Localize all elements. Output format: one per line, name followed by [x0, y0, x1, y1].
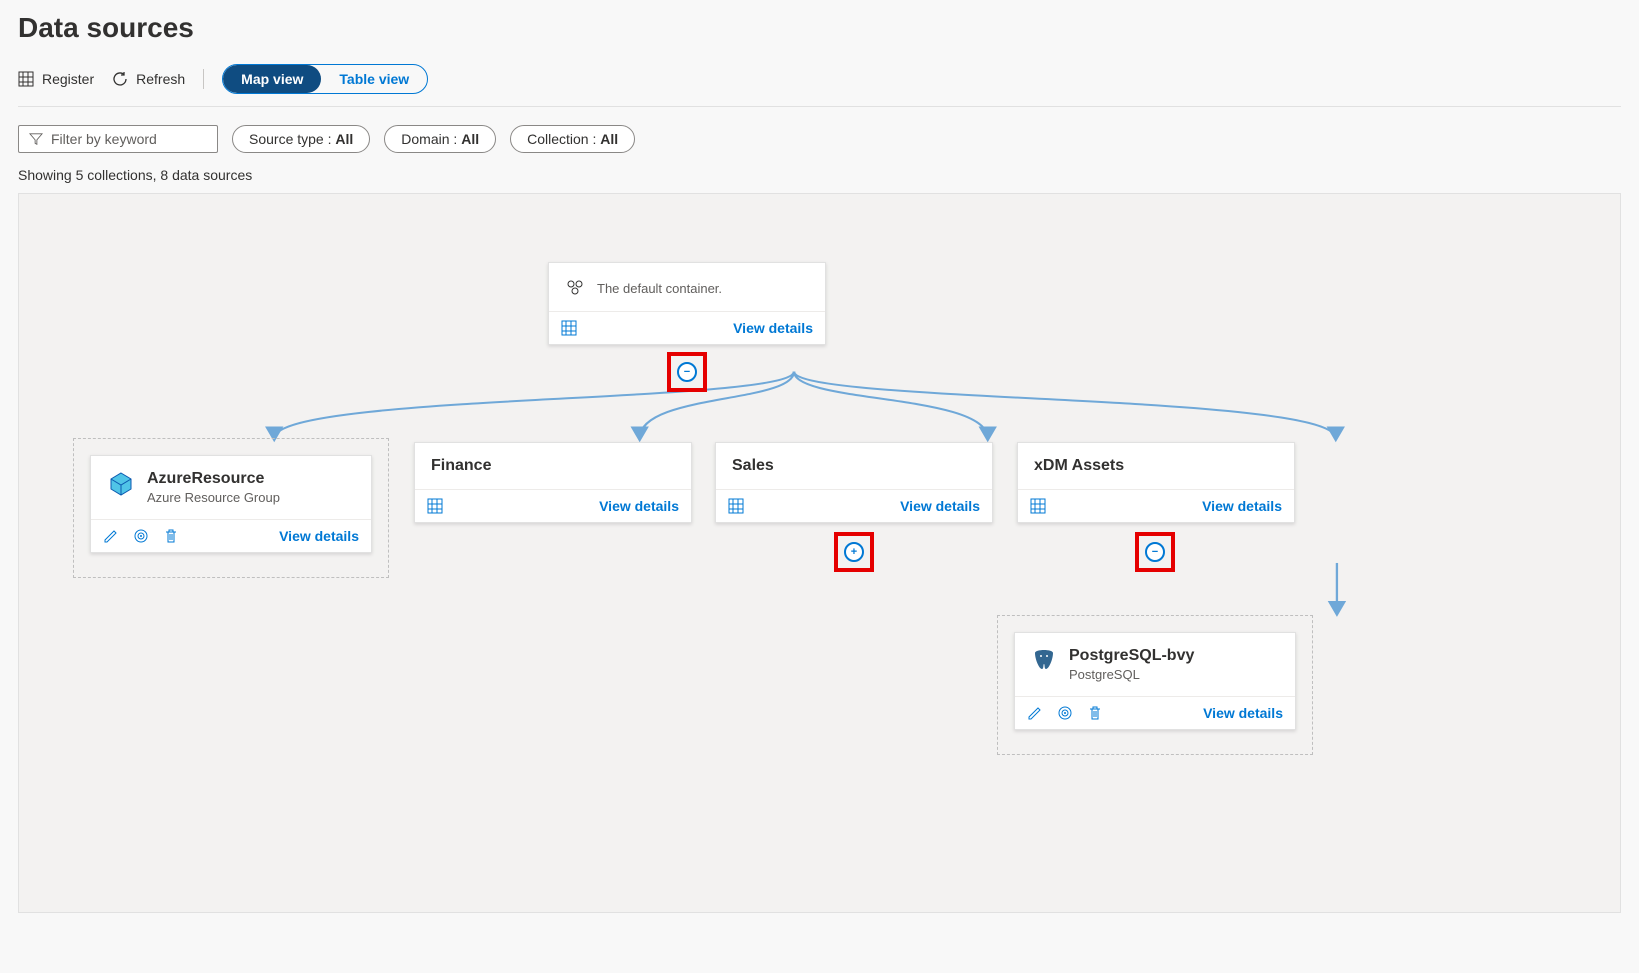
refresh-icon [112, 71, 128, 87]
node-subtitle: Azure Resource Group [147, 490, 280, 505]
collapse-button-root[interactable]: − [677, 362, 697, 382]
collapse-button-xdm[interactable]: − [1145, 542, 1165, 562]
filter-icon [29, 132, 43, 146]
collection-filter[interactable]: Collection : All [510, 125, 635, 153]
edit-icon[interactable] [1027, 705, 1043, 721]
delete-icon[interactable] [1087, 705, 1103, 721]
refresh-label: Refresh [136, 71, 185, 87]
node-root[interactable]: The default container. View details [548, 262, 826, 345]
map-view-tab[interactable]: Map view [223, 65, 321, 93]
register-label: Register [42, 71, 94, 87]
node-xdm-assets[interactable]: xDM Assets View details [1017, 442, 1295, 523]
node-title: PostgreSQL-bvy [1069, 647, 1194, 665]
node-title: xDM Assets [1034, 457, 1124, 475]
toolbar: Register Refresh Map view Table view [18, 64, 1621, 107]
container-icon [565, 277, 585, 297]
node-postgresql[interactable]: PostgreSQL-bvy PostgreSQL View details [1014, 632, 1296, 730]
page-title: Data sources [18, 12, 1621, 44]
map-canvas[interactable]: The default container. View details − Az… [18, 193, 1621, 913]
scan-icon[interactable] [1057, 705, 1073, 721]
register-source-icon[interactable] [728, 498, 744, 514]
filter-keyword-input[interactable]: Filter by keyword [18, 125, 218, 153]
register-icon [18, 71, 34, 87]
view-details-link[interactable]: View details [279, 528, 359, 544]
azure-resource-icon [107, 470, 135, 498]
filter-placeholder: Filter by keyword [51, 131, 157, 147]
postgresql-icon [1031, 647, 1057, 673]
register-source-icon[interactable] [427, 498, 443, 514]
node-title: Finance [431, 457, 491, 475]
view-toggle: Map view Table view [222, 64, 428, 94]
node-finance[interactable]: Finance View details [414, 442, 692, 523]
register-source-icon[interactable] [1030, 498, 1046, 514]
result-count: Showing 5 collections, 8 data sources [0, 163, 1639, 193]
view-details-link[interactable]: View details [1203, 705, 1283, 721]
node-azure-resource[interactable]: AzureResource Azure Resource Group View … [90, 455, 372, 553]
node-subtitle: The default container. [597, 281, 722, 296]
node-title: Sales [732, 457, 774, 475]
filters-row: Filter by keyword Source type : All Doma… [0, 107, 1639, 163]
refresh-button[interactable]: Refresh [112, 71, 185, 87]
source-type-filter[interactable]: Source type : All [232, 125, 370, 153]
register-button[interactable]: Register [18, 71, 94, 87]
group-postgres: PostgreSQL-bvy PostgreSQL View details [997, 615, 1313, 755]
view-details-link[interactable]: View details [900, 498, 980, 514]
toolbar-separator [203, 69, 204, 89]
expand-button-sales[interactable]: + [844, 542, 864, 562]
domain-filter[interactable]: Domain : All [384, 125, 496, 153]
view-details-link[interactable]: View details [1202, 498, 1282, 514]
view-details-link[interactable]: View details [599, 498, 679, 514]
group-azure: AzureResource Azure Resource Group View … [73, 438, 389, 578]
node-subtitle: PostgreSQL [1069, 667, 1194, 682]
edit-icon[interactable] [103, 528, 119, 544]
view-details-link[interactable]: View details [733, 320, 813, 336]
node-title: AzureResource [147, 470, 280, 488]
scan-icon[interactable] [133, 528, 149, 544]
register-source-icon[interactable] [561, 320, 577, 336]
node-sales[interactable]: Sales View details [715, 442, 993, 523]
table-view-tab[interactable]: Table view [321, 65, 427, 93]
delete-icon[interactable] [163, 528, 179, 544]
